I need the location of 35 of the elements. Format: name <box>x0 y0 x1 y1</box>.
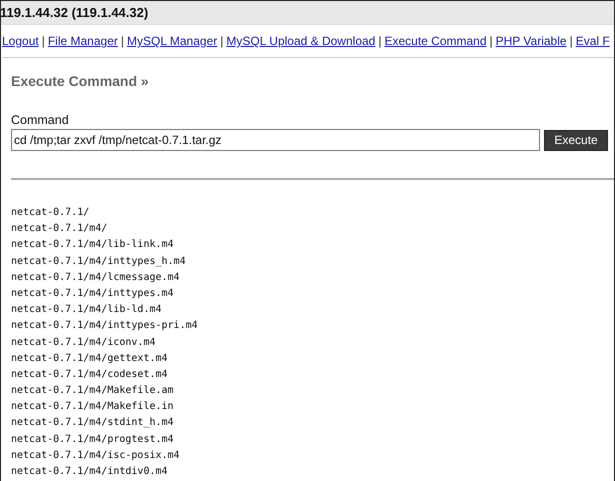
output-line: netcat-0.7.1/m4/iconv.m4 <box>11 336 156 350</box>
separator: | <box>120 34 124 48</box>
output-line: netcat-0.7.1/m4/ <box>11 222 108 236</box>
execute-button[interactable]: Execute <box>544 130 608 150</box>
output-line: netcat-0.7.1/m4/lcmessage.m4 <box>11 270 181 285</box>
command-field[interactable]: cd /tmp;tar zxvf /tmp/netcat-0.7.1.tar.gz <box>11 129 540 151</box>
separator: | <box>378 34 382 48</box>
separator: | <box>42 34 45 48</box>
nav-link[interactable]: PHP Variable <box>496 34 567 48</box>
output-line: netcat-0.7.1/ <box>11 206 90 220</box>
output-line: netcat-0.7.1/m4/lib-ld.m4 <box>11 303 163 318</box>
output-line: netcat-0.7.1/m4/inttypes.m4 <box>11 286 175 301</box>
output-line: netcat-0.7.1/m4/Makefile.in <box>11 400 175 414</box>
command-label: Command <box>11 113 70 127</box>
server-title: 119.1.44.32 (119.1.44.32) <box>1 5 148 20</box>
nav-link[interactable]: File Manager <box>48 34 118 48</box>
nav-link[interactable]: Eval F <box>576 34 610 48</box>
output-line: netcat-0.7.1/m4/codeset.m4 <box>11 368 169 382</box>
section-title: Execute Command » <box>11 73 150 89</box>
output-line: netcat-0.7.1/m4/inttypes_h.m4 <box>11 254 187 269</box>
separator: | <box>490 34 493 48</box>
nav-link[interactable]: Logout <box>2 34 39 48</box>
output-line: netcat-0.7.1/m4/gettext.m4 <box>11 352 169 366</box>
output-line: netcat-0.7.1/m4/stdint_h.m4 <box>11 416 175 430</box>
output-line: netcat-0.7.1/m4/inttypes-pri.m4 <box>11 319 199 334</box>
nav-link[interactable]: MySQL Upload & Download <box>226 34 376 48</box>
output-line: netcat-0.7.1/m4/progtest.m4 <box>11 432 175 447</box>
nav-link[interactable]: Execute Command <box>384 34 487 48</box>
separator: | <box>220 34 224 48</box>
separator: | <box>570 34 573 48</box>
nav-link[interactable]: MySQL Manager <box>126 34 218 48</box>
output-line: netcat-0.7.1/m4/lib-link.m4 <box>11 238 175 252</box>
output-line: netcat-0.7.1/m4/intdiv0.m4 <box>11 465 169 479</box>
output-line: netcat-0.7.1/m4/isc-posix.m4 <box>11 448 181 463</box>
output-line: netcat-0.7.1/m4/Makefile.am <box>11 384 175 398</box>
